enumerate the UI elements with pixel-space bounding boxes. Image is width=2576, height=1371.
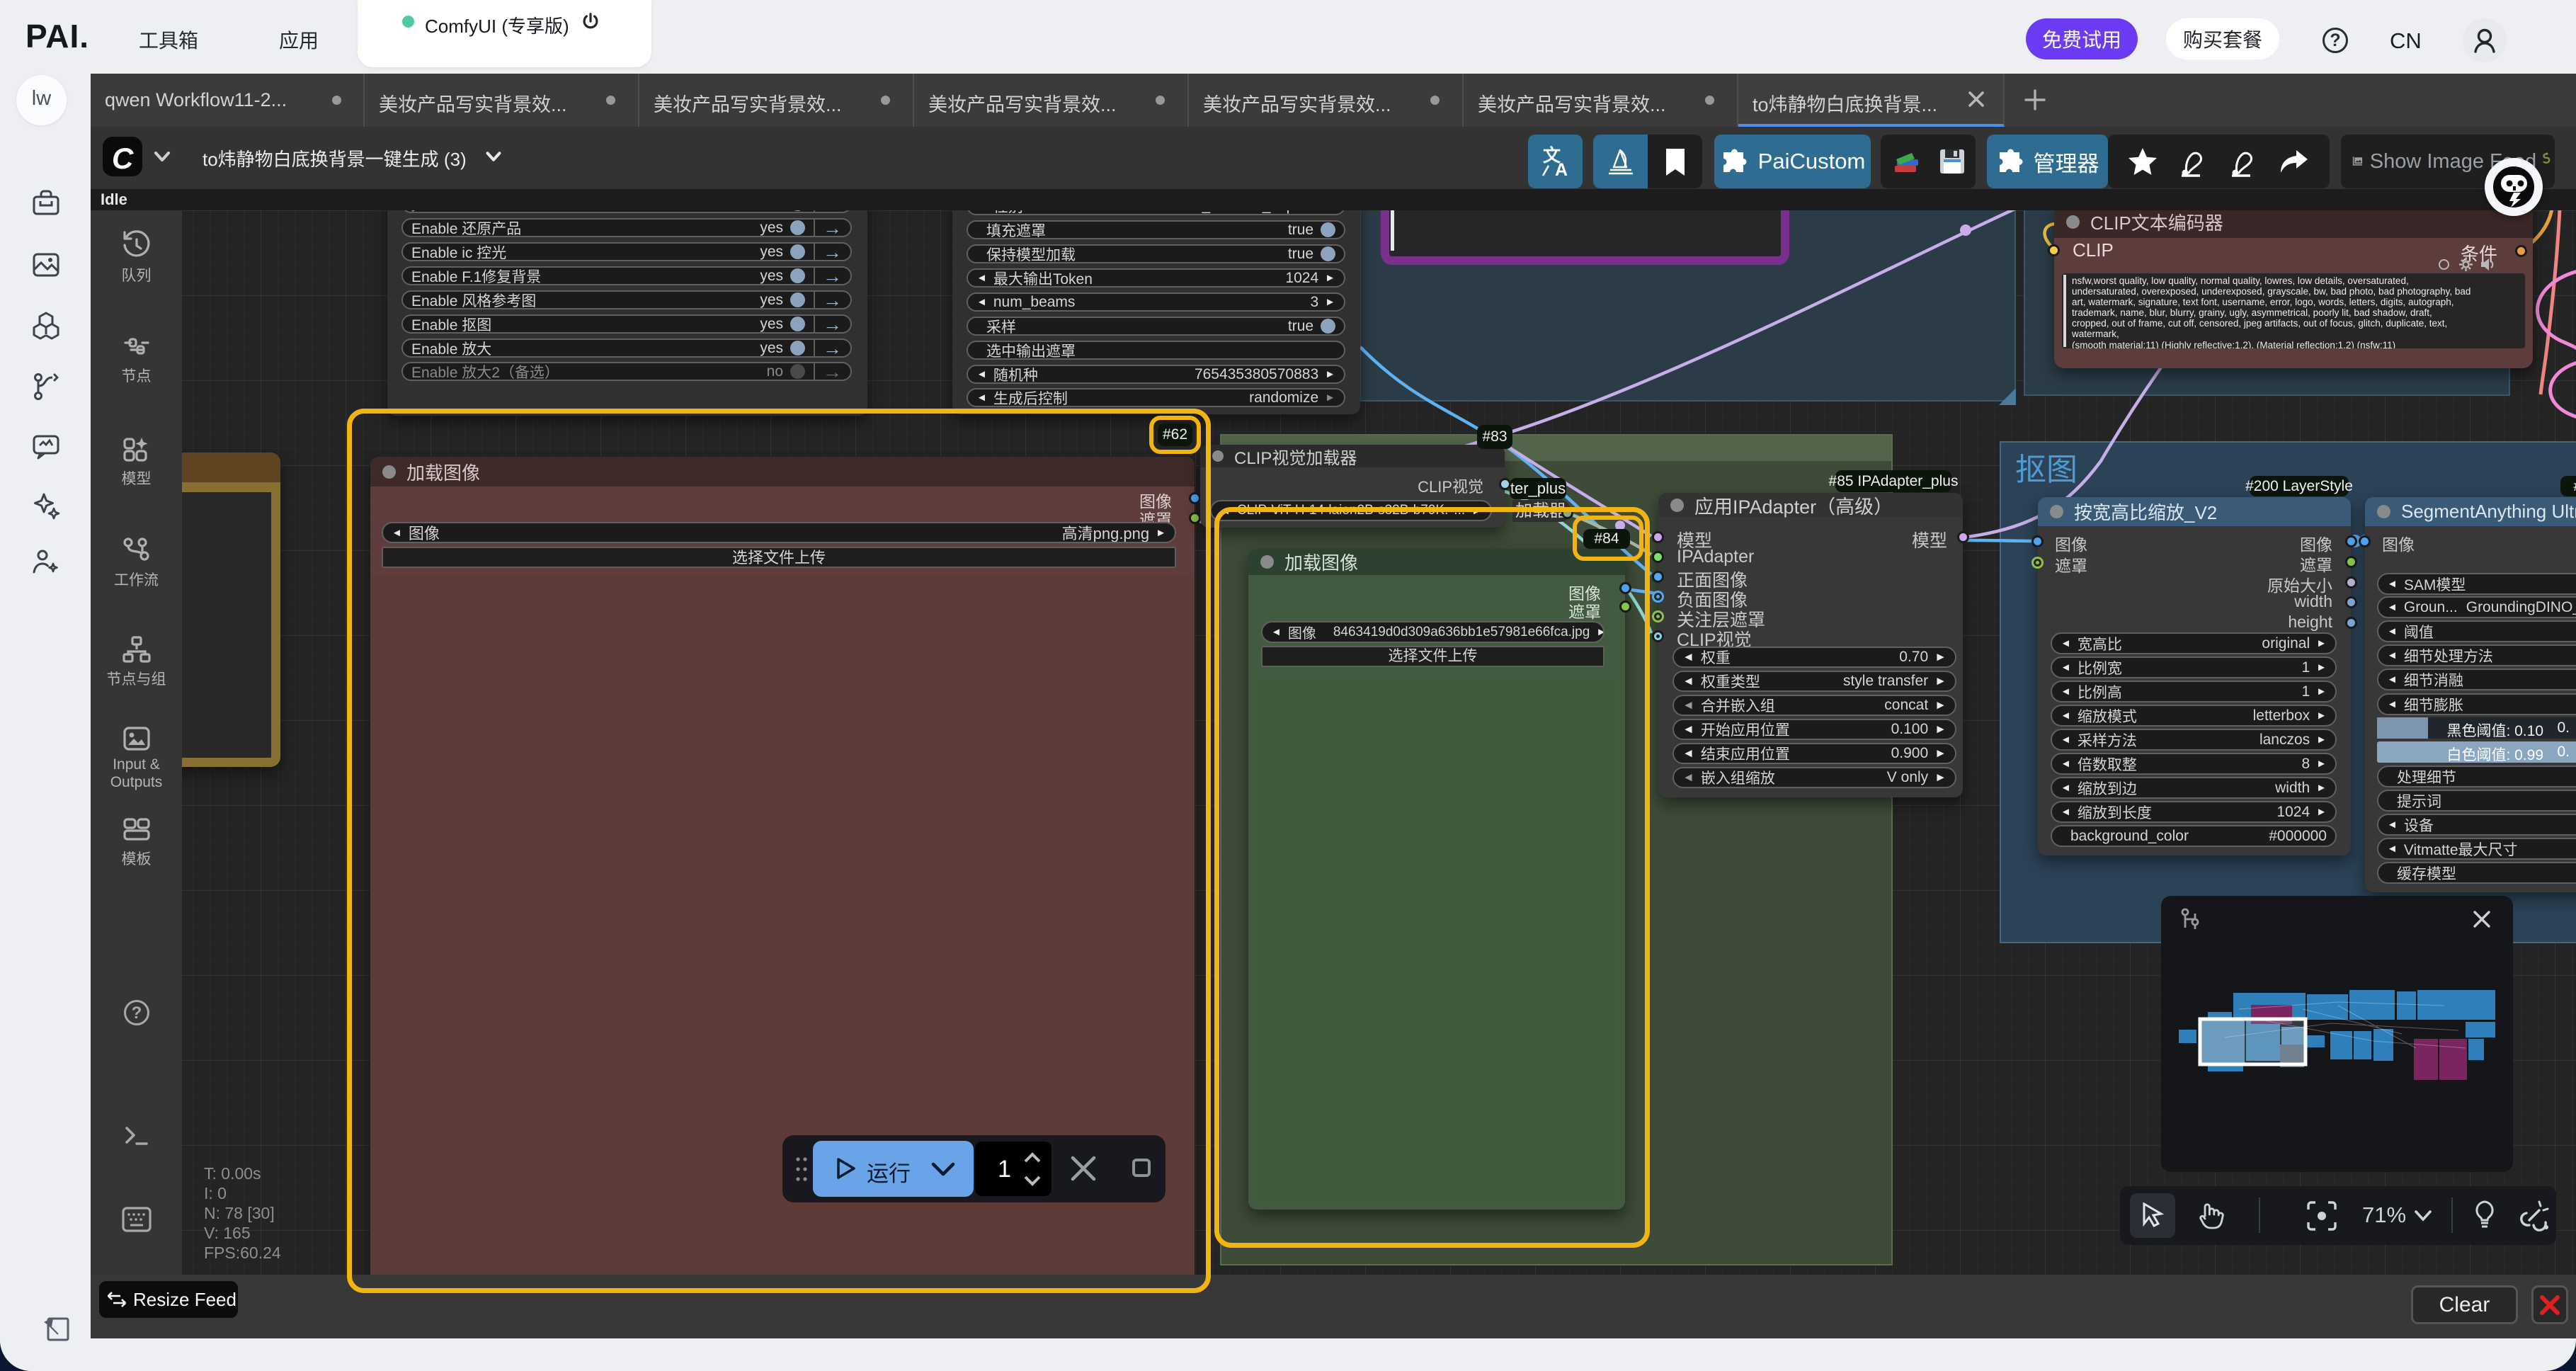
svg-text:A: A bbox=[1555, 160, 1568, 178]
